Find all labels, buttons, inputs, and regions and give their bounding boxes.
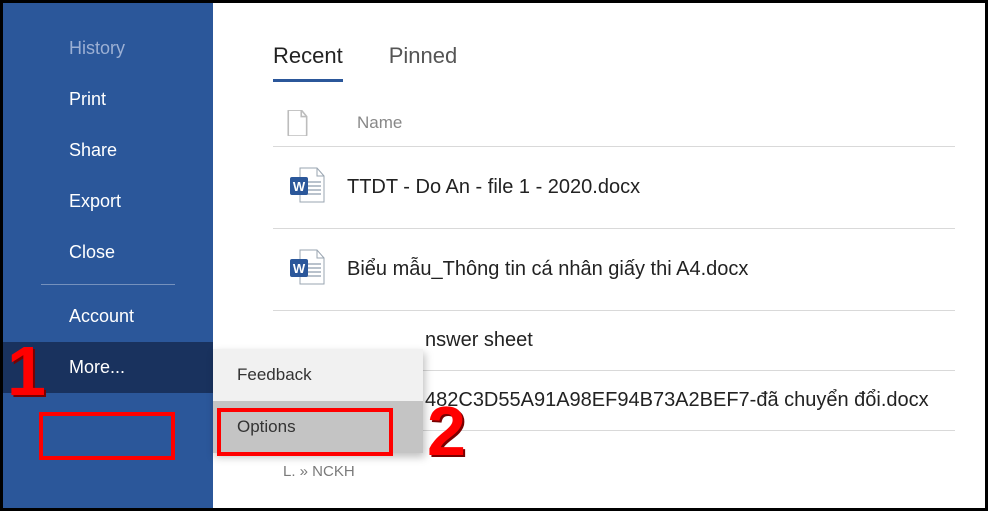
sidebar-separator <box>41 284 175 285</box>
file-name: 482C3D55A91A98EF94B73A2BEF7-đã chuyển đổ… <box>425 389 929 412</box>
svg-text:W: W <box>293 261 306 276</box>
file-sub-partial: L. » NCKH <box>283 463 355 480</box>
flyout-item-options[interactable]: Options <box>213 401 423 453</box>
word-doc-icon: W <box>287 247 347 292</box>
sidebar-item-share[interactable]: Share <box>3 125 213 176</box>
column-name: Name <box>357 113 402 133</box>
sidebar-item-more[interactable]: More... <box>3 342 213 393</box>
file-name: Biểu mẫu_Thông tin cá nhân giấy thi A4.d… <box>347 258 748 281</box>
file-row[interactable]: W TTDT - Do An - file 1 - 2020.docx <box>273 147 985 228</box>
file-name: TTDT - Do An - file 1 - 2020.docx <box>347 176 640 199</box>
file-name: nswer sheet <box>425 329 533 352</box>
backstage-sidebar: History Print Share Export Close Account… <box>3 3 213 508</box>
more-flyout: Feedback Options <box>213 349 423 453</box>
file-row[interactable]: W Biểu mẫu_Thông tin cá nhân giấy thi A4… <box>273 229 985 310</box>
recent-tabs: Recent Pinned <box>273 43 985 82</box>
tab-recent[interactable]: Recent <box>273 43 343 82</box>
tab-pinned[interactable]: Pinned <box>389 43 458 82</box>
sidebar-item-print[interactable]: Print <box>3 74 213 125</box>
sidebar-item-export[interactable]: Export <box>3 176 213 227</box>
sidebar-item-history[interactable]: History <box>3 23 213 74</box>
flyout-item-feedback[interactable]: Feedback <box>213 349 423 401</box>
file-icon <box>287 110 309 136</box>
word-doc-icon: W <box>287 165 347 210</box>
sidebar-item-close[interactable]: Close <box>3 227 213 278</box>
svg-text:W: W <box>293 179 306 194</box>
file-list-header: Name <box>273 110 985 146</box>
sidebar-item-account[interactable]: Account <box>3 291 213 342</box>
